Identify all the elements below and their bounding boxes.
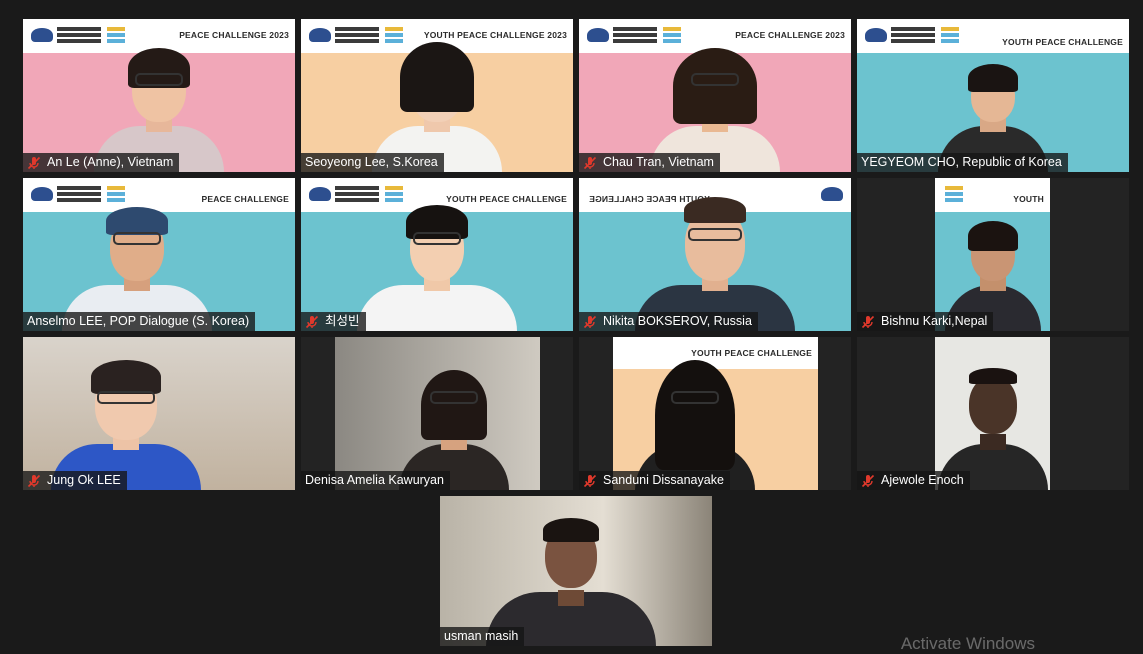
participant-video	[23, 337, 295, 490]
muted-microphone-icon	[305, 315, 319, 328]
muted-microphone-icon	[583, 474, 597, 487]
muted-microphone-icon	[861, 315, 875, 328]
banner-title: PEACE CHALLENGE 2023	[735, 30, 845, 40]
participant-name: Anselmo LEE, POP Dialogue (S. Korea)	[27, 314, 250, 328]
banner-title: PEACE CHALLENGE 2023	[179, 30, 289, 40]
video-tile-seoyeong-lee[interactable]: YOUTH PEACE CHALLENGE 2023 Seoyeong Lee,…	[301, 19, 573, 172]
muted-microphone-icon	[583, 156, 597, 169]
video-tile-an-le[interactable]: PEACE CHALLENGE 2023 An Le (Anne), Vietn…	[23, 19, 295, 172]
participant-video	[335, 337, 540, 490]
participant-name-tag: An Le (Anne), Vietnam	[23, 153, 180, 172]
participant-video: YOUTH PEACE CHALLENGE	[857, 19, 1129, 172]
participant-name-tag: Chau Tran, Vietnam	[579, 153, 720, 172]
event-banner: YOUTH PEACE CHALLENGE	[857, 19, 1129, 53]
participant-name: An Le (Anne), Vietnam	[47, 155, 174, 169]
event-banner: YOUTH PEACE CHALLENGE	[613, 337, 818, 369]
participant-video	[935, 337, 1050, 490]
participant-video: PEACE CHALLENGE 2023	[23, 19, 295, 172]
activate-windows-watermark: Activate Windows	[900, 634, 1035, 653]
participant-name: Chau Tran, Vietnam	[603, 155, 714, 169]
participant-video	[440, 496, 712, 646]
video-tile-usman-masih[interactable]: usman masih	[440, 496, 712, 646]
participant-video: YOUTH PEACE CHALLENGE	[301, 178, 573, 331]
event-banner: PEACE CHALLENGE	[23, 178, 295, 212]
participant-name: Jung Ok LEE	[47, 473, 121, 487]
participant-name-tag: 최성빈	[301, 312, 366, 331]
participant-name: Ajewole Enoch	[881, 473, 964, 487]
participant-video: YOUTH PEACE CHALLENGE	[579, 178, 851, 331]
participant-name-tag: Ajewole Enoch	[857, 471, 970, 490]
participant-name-tag: Jung Ok LEE	[23, 471, 127, 490]
participant-name: Nikita BOKSEROV, Russia	[603, 314, 752, 328]
participant-name: 최성빈	[325, 314, 360, 328]
banner-title: YOUTH PEACE CHALLENGE	[446, 194, 567, 204]
video-tile-jung-ok-lee[interactable]: Jung Ok LEE	[23, 337, 295, 490]
participant-name-tag: Sanduni Dissanayake	[579, 471, 730, 490]
participant-name: Sanduni Dissanayake	[603, 473, 724, 487]
video-tile-bishnu-karki[interactable]: YOUTH Bishnu Karki,Nepal	[857, 178, 1129, 331]
participant-name: Seoyeong Lee, S.Korea	[305, 155, 438, 169]
video-tile-sanduni-dissanayake[interactable]: YOUTH PEACE CHALLENGE Sanduni Dissanayak…	[579, 337, 851, 490]
video-tile-denisa-amelia-kawuryan[interactable]: Denisa Amelia Kawuryan	[301, 337, 573, 490]
participant-name-tag: Seoyeong Lee, S.Korea	[301, 153, 444, 172]
video-tile-nikita-bokserov[interactable]: YOUTH PEACE CHALLENGE Nikita BOKSEROV, R…	[579, 178, 851, 331]
banner-title: YOUTH PEACE CHALLENGE 2023	[423, 30, 567, 40]
participant-name: Bishnu Karki,Nepal	[881, 314, 988, 328]
participant-name: YEGYEOM CHO, Republic of Korea	[861, 155, 1062, 169]
muted-microphone-icon	[27, 156, 41, 169]
participant-name-tag: Denisa Amelia Kawuryan	[301, 471, 450, 490]
event-logo	[31, 28, 53, 42]
muted-microphone-icon	[583, 315, 597, 328]
banner-title: PEACE CHALLENGE	[201, 194, 289, 204]
video-tile-yegyeom-cho[interactable]: YOUTH PEACE CHALLENGE YEGYEOM CHO, Repub…	[857, 19, 1129, 172]
muted-microphone-icon	[27, 474, 41, 487]
banner-title: YOUTH	[1013, 194, 1044, 204]
video-tile-choi-seongbin[interactable]: YOUTH PEACE CHALLENGE 최성빈	[301, 178, 573, 331]
participant-name-tag: Bishnu Karki,Nepal	[857, 312, 994, 331]
participant-name-tag: usman masih	[440, 627, 525, 646]
participant-name-tag: YEGYEOM CHO, Republic of Korea	[857, 153, 1068, 172]
participant-video: YOUTH PEACE CHALLENGE 2023	[301, 19, 573, 172]
banner-title: YOUTH PEACE CHALLENGE	[1002, 37, 1123, 47]
participant-video: PEACE CHALLENGE	[23, 178, 295, 331]
participant-name-tag: Anselmo LEE, POP Dialogue (S. Korea)	[23, 312, 256, 331]
participant-video: PEACE CHALLENGE 2023	[579, 19, 851, 172]
video-tile-anselmo-lee[interactable]: PEACE CHALLENGE Anselmo LEE, POP Dialogu…	[23, 178, 295, 331]
event-banner: YOUTH	[935, 178, 1050, 212]
video-tile-ajewole-enoch[interactable]: Ajewole Enoch	[857, 337, 1129, 490]
participant-video: YOUTH	[935, 178, 1050, 331]
participant-video: YOUTH PEACE CHALLENGE	[613, 337, 818, 490]
muted-microphone-icon	[861, 474, 875, 487]
participant-name: usman masih	[444, 629, 519, 643]
participant-name-tag: Nikita BOKSEROV, Russia	[579, 312, 758, 331]
banner-title: YOUTH PEACE CHALLENGE	[691, 348, 812, 358]
video-tile-chau-tran[interactable]: PEACE CHALLENGE 2023 Chau Tran, Vietnam	[579, 19, 851, 172]
participant-name: Denisa Amelia Kawuryan	[305, 473, 444, 487]
